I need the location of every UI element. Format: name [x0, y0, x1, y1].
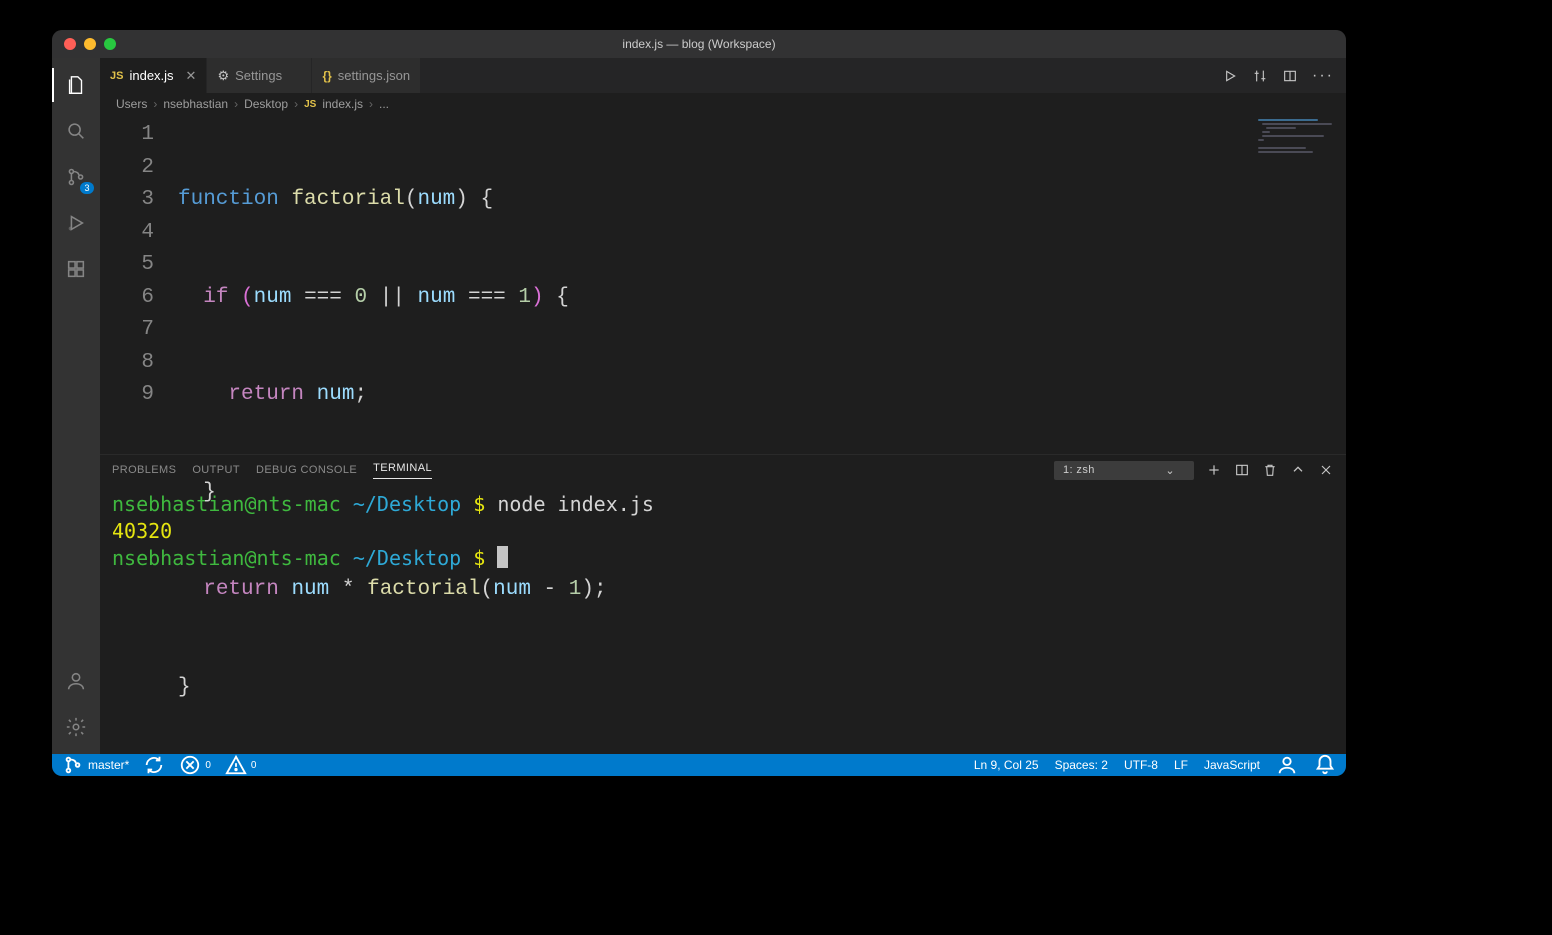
- titlebar: index.js — blog (Workspace): [52, 30, 1346, 58]
- tab-bar: JS index.js ✕ ⚙ Settings {} settings.jso…: [100, 58, 1346, 93]
- tab-label: Settings: [235, 68, 282, 83]
- settings-tab-icon: ⚙: [217, 68, 229, 84]
- diff-view-icon[interactable]: [1252, 68, 1268, 84]
- tab-settings-json[interactable]: {} settings.json: [312, 58, 421, 93]
- traffic-lights: [52, 38, 116, 50]
- settings-gear-icon[interactable]: [52, 706, 100, 748]
- terminal-selector[interactable]: 1: zsh ⌄: [1054, 461, 1194, 480]
- code-area[interactable]: function factorial(num) { if (num === 0 …: [172, 115, 1256, 454]
- crumb-file[interactable]: index.js: [322, 97, 363, 111]
- window-title: index.js — blog (Workspace): [52, 37, 1346, 51]
- minimize-icon[interactable]: [84, 38, 96, 50]
- crumb-tail[interactable]: ...: [379, 97, 389, 111]
- js-file-icon: JS: [110, 70, 123, 82]
- accounts-icon[interactable]: [52, 660, 100, 702]
- run-file-icon[interactable]: [1222, 68, 1238, 84]
- chevron-right-icon: ›: [294, 97, 298, 111]
- status-branch[interactable]: master*: [62, 754, 129, 776]
- js-file-icon: JS: [304, 99, 316, 110]
- source-control-badge: 3: [80, 182, 94, 194]
- close-icon[interactable]: [64, 38, 76, 50]
- editor-actions: ···: [1210, 58, 1346, 93]
- chevron-right-icon: ›: [153, 97, 157, 111]
- chevron-down-icon: ⌄: [1165, 464, 1175, 477]
- close-tab-icon[interactable]: ✕: [186, 68, 197, 84]
- status-sync[interactable]: [143, 754, 165, 776]
- tab-settings[interactable]: ⚙ Settings: [207, 58, 312, 93]
- chevron-right-icon: ›: [369, 97, 373, 111]
- crumb-segment[interactable]: nsebhastian: [163, 97, 228, 111]
- code-editor[interactable]: 123456789 function factorial(num) { if (…: [100, 115, 1346, 454]
- terminal-selector-label: 1: zsh: [1063, 464, 1095, 476]
- tab-index-js[interactable]: JS index.js ✕: [100, 58, 207, 93]
- maximize-panel-icon[interactable]: [1290, 462, 1306, 478]
- status-feedback-icon[interactable]: [1276, 754, 1298, 776]
- terminal-output-line: 40320: [112, 519, 172, 543]
- close-panel-icon[interactable]: [1318, 462, 1334, 478]
- kill-terminal-icon[interactable]: [1262, 462, 1278, 478]
- split-editor-icon[interactable]: [1282, 68, 1298, 84]
- more-actions-icon[interactable]: ···: [1312, 67, 1334, 85]
- json-file-icon: {}: [322, 69, 331, 83]
- activity-bar: 3: [52, 58, 100, 754]
- crumb-segment[interactable]: Desktop: [244, 97, 288, 111]
- tab-label: settings.json: [338, 68, 410, 83]
- extensions-icon[interactable]: [52, 248, 100, 290]
- minimap[interactable]: [1256, 115, 1346, 454]
- vscode-window: index.js — blog (Workspace) 3: [52, 30, 1346, 776]
- line-number-gutter: 123456789: [100, 115, 172, 454]
- tab-label: index.js: [129, 68, 173, 83]
- status-notifications-icon[interactable]: [1314, 754, 1336, 776]
- crumb-segment[interactable]: Users: [116, 97, 147, 111]
- search-icon[interactable]: [52, 110, 100, 152]
- breadcrumb[interactable]: Users › nsebhastian › Desktop › JS index…: [100, 93, 1346, 115]
- source-control-icon[interactable]: 3: [52, 156, 100, 198]
- status-branch-label: master*: [88, 758, 129, 772]
- run-debug-icon[interactable]: [52, 202, 100, 244]
- chevron-right-icon: ›: [234, 97, 238, 111]
- panel-tab-problems[interactable]: PROBLEMS: [112, 464, 176, 476]
- maximize-icon[interactable]: [104, 38, 116, 50]
- explorer-icon[interactable]: [52, 64, 100, 106]
